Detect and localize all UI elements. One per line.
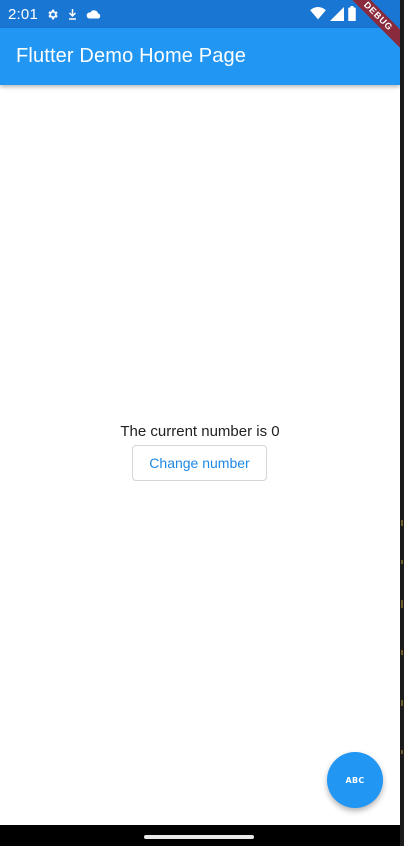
download-icon	[67, 8, 78, 21]
edge-artifact	[401, 700, 403, 706]
battery-icon	[348, 6, 356, 26]
signal-icon	[330, 6, 344, 26]
abc-fab-button[interactable]: ABC	[327, 752, 383, 808]
gear-icon	[46, 8, 59, 21]
edge-artifact	[401, 600, 403, 608]
app-screen: 2:01 Flutter Demo Home Page DEBUG The cu…	[0, 0, 400, 846]
cloud-icon	[86, 9, 101, 20]
main-content: The current number is 0 Change number	[0, 85, 400, 825]
status-right-icons	[310, 6, 356, 26]
status-time: 2:01	[8, 5, 38, 23]
screen-edge	[400, 0, 404, 846]
fab-label: ABC	[345, 775, 365, 785]
status-left-icons	[46, 8, 101, 21]
current-number-text: The current number is 0	[120, 423, 280, 440]
change-number-label: Change number	[149, 455, 250, 471]
page-title: Flutter Demo Home Page	[16, 45, 247, 67]
wifi-icon	[310, 7, 326, 25]
edge-artifact	[401, 560, 403, 564]
home-gesture-handle[interactable]	[144, 835, 254, 839]
change-number-button[interactable]: Change number	[132, 445, 267, 481]
edge-artifact	[401, 650, 403, 655]
edge-artifact	[401, 520, 403, 526]
navigation-bar	[0, 825, 400, 846]
status-bar: 2:01	[0, 0, 400, 28]
edge-artifact	[401, 750, 403, 754]
app-bar: Flutter Demo Home Page	[0, 28, 400, 85]
